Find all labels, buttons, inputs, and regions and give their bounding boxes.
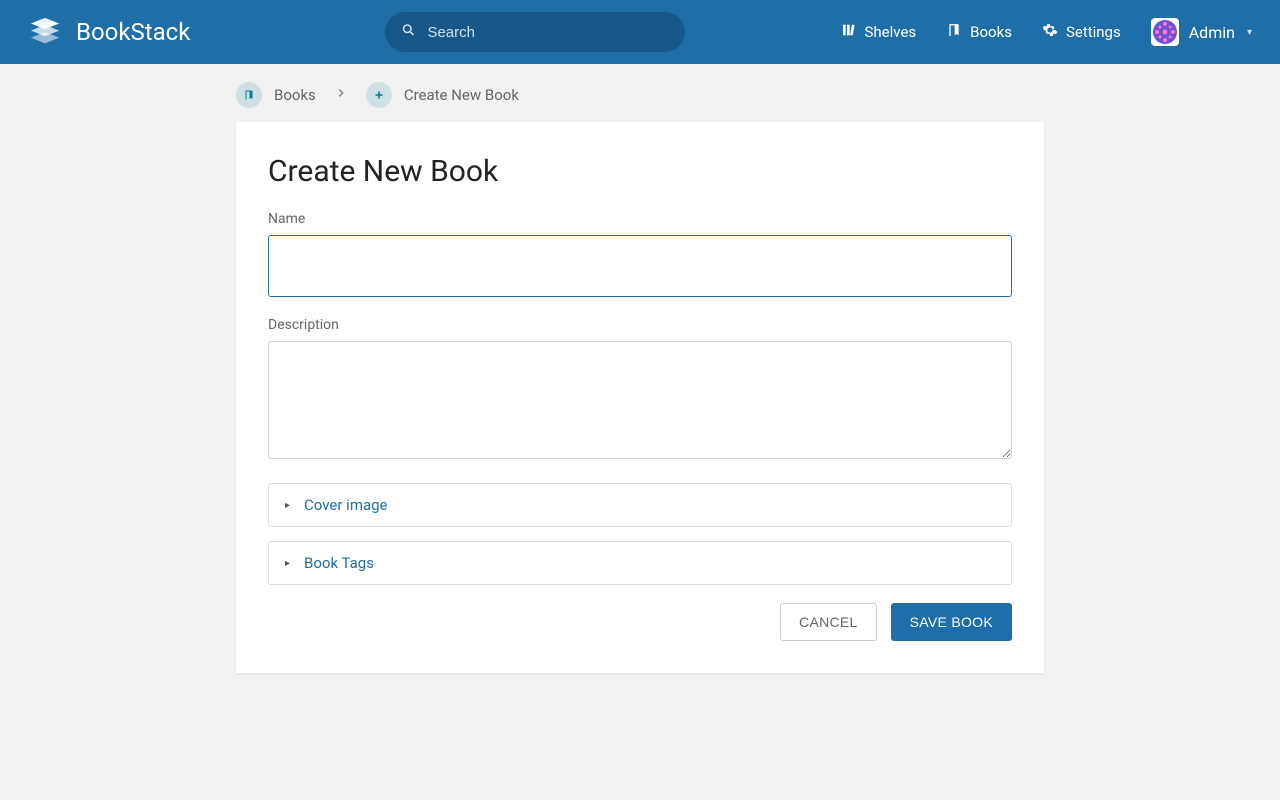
nav-shelves-label: Shelves: [865, 23, 917, 41]
shelves-icon: [841, 22, 857, 42]
description-label: Description: [268, 317, 1012, 333]
form-card: Create New Book Name Description ▸ Cover…: [236, 122, 1044, 673]
nav-settings-label: Settings: [1066, 23, 1121, 41]
gear-icon: [1042, 22, 1058, 42]
avatar: [1151, 18, 1179, 46]
app-name: BookStack: [76, 18, 190, 46]
description-input[interactable]: [268, 341, 1012, 459]
plus-icon: [366, 82, 392, 108]
nav-shelves[interactable]: Shelves: [841, 22, 917, 42]
search-input[interactable]: [385, 12, 685, 52]
caret-right-icon: ▸: [285, 500, 290, 511]
name-field-block: Name: [268, 211, 1012, 297]
cancel-button[interactable]: CANCEL: [780, 603, 877, 641]
name-input[interactable]: [268, 235, 1012, 297]
book-icon: [946, 22, 962, 42]
page-title: Create New Book: [268, 154, 1012, 189]
logo-link[interactable]: BookStack: [28, 15, 190, 49]
search-wrap: [385, 12, 685, 52]
user-name: Admin: [1189, 23, 1235, 42]
cover-image-label: Cover image: [304, 496, 387, 514]
nav-books[interactable]: Books: [946, 22, 1012, 42]
breadcrumb-books[interactable]: Books: [236, 82, 316, 108]
breadcrumb: Books Create New Book: [236, 64, 1044, 122]
breadcrumb-current-label: Create New Book: [404, 86, 519, 104]
header-nav: Shelves Books Settings: [841, 18, 1252, 46]
nav-settings[interactable]: Settings: [1042, 22, 1121, 42]
breadcrumb-books-label: Books: [274, 86, 316, 104]
app-header: BookStack Shelves Books Settings: [0, 0, 1280, 64]
nav-books-label: Books: [970, 23, 1012, 41]
cover-image-section[interactable]: ▸ Cover image: [268, 483, 1012, 527]
breadcrumb-current: Create New Book: [366, 82, 519, 108]
name-label: Name: [268, 211, 1012, 227]
user-menu[interactable]: Admin ▾: [1151, 18, 1252, 46]
book-tags-section[interactable]: ▸ Book Tags: [268, 541, 1012, 585]
caret-right-icon: ▸: [285, 558, 290, 569]
chevron-right-icon: [334, 86, 348, 104]
save-book-button[interactable]: SAVE BOOK: [891, 603, 1012, 641]
form-actions: CANCEL SAVE BOOK: [268, 603, 1012, 641]
chevron-down-icon: ▾: [1247, 27, 1252, 38]
book-tags-label: Book Tags: [304, 554, 374, 572]
bookstack-logo-icon: [28, 15, 62, 49]
description-field-block: Description: [268, 317, 1012, 463]
book-icon: [236, 82, 262, 108]
